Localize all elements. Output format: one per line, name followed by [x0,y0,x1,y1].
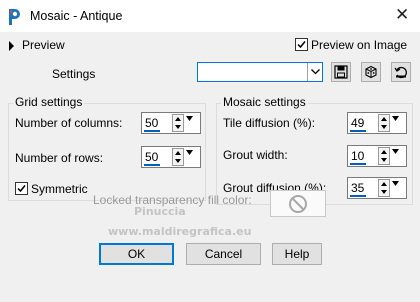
randomize-button[interactable] [361,62,381,82]
tile-diffusion-label: Tile diffusion (%): [223,116,316,130]
close-icon[interactable]: ✕ [395,6,409,23]
watermark-name: Pinuccia [134,205,186,218]
rows-value: 50 [145,150,159,164]
tile-diffusion-spinner[interactable]: 49 [347,112,407,134]
symmetric-checkbox[interactable] [15,182,28,195]
help-button[interactable]: Help [272,243,322,265]
rows-label: Number of rows: [15,151,104,165]
checkmark-icon [17,185,26,193]
grout-width-step-buttons[interactable] [378,147,390,165]
dropdown-arrow-icon[interactable] [186,150,193,155]
no-symbol-icon [289,195,307,213]
watermark-url: www.maldiregrafica.eu [108,225,252,238]
grout-diffusion-step-buttons[interactable] [378,179,390,197]
rows-spinner[interactable]: 50 [141,146,201,168]
reset-defaults-button[interactable] [391,62,411,82]
columns-spinner[interactable]: 50 [141,112,201,134]
dropdown-arrow-icon[interactable] [186,116,193,121]
settings-combobox[interactable] [197,62,323,82]
ok-button[interactable]: OK [99,243,174,265]
dropdown-arrow-icon[interactable] [392,116,399,121]
settings-label: Settings [52,67,96,81]
save-preset-button[interactable] [331,62,351,82]
paintshop-app-icon [7,8,23,26]
preview-on-image-label[interactable]: Preview on Image [311,38,407,52]
preview-on-image-checkbox[interactable] [295,38,308,51]
chevron-down-icon [311,69,320,75]
columns-label: Number of columns: [15,116,123,130]
window-title: Mosaic - Antique [30,9,123,23]
settings-dropdown-button[interactable] [307,63,322,81]
reset-icon [394,66,407,79]
mosaic-settings-title: Mosaic settings [221,95,308,109]
grout-diffusion-spinner[interactable]: 35 [347,177,407,199]
floppy-disk-icon [334,65,348,79]
rows-step-buttons[interactable] [172,148,184,166]
dice-icon [365,65,377,79]
cancel-button[interactable]: Cancel [186,243,261,265]
grid-settings-title: Grid settings [13,95,85,109]
dropdown-arrow-icon[interactable] [392,149,399,154]
tile-diffusion-value: 49 [351,116,365,130]
preview-toggle-label[interactable]: Preview [22,38,65,52]
tile-diffusion-step-buttons[interactable] [378,114,390,132]
grout-width-value: 10 [351,149,365,163]
checkmark-icon [297,41,306,49]
locked-fill-color-swatch [270,190,326,217]
grout-width-label: Grout width: [223,148,288,162]
expand-preview-icon[interactable] [9,41,14,51]
grout-diffusion-value: 35 [351,181,365,195]
dropdown-arrow-icon[interactable] [392,181,399,186]
symmetric-label[interactable]: Symmetric [31,182,88,196]
columns-value: 50 [145,116,159,130]
grout-width-spinner[interactable]: 10 [347,145,407,167]
columns-step-buttons[interactable] [172,114,184,132]
